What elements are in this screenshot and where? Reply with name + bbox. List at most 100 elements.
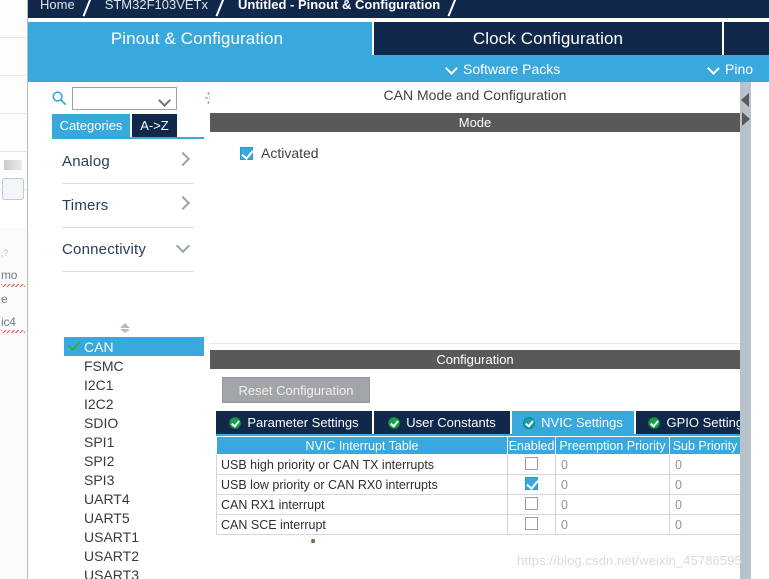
column-header-enabled[interactable]: Enabled <box>507 436 556 455</box>
scroll-indicator-icon[interactable] <box>118 323 132 333</box>
sidebar-search-row <box>28 82 221 114</box>
activated-label: Activated <box>261 145 319 161</box>
peripheral-label: SPI2 <box>84 452 115 469</box>
tab-pinout-configuration[interactable]: Pinout & Configuration <box>28 22 372 55</box>
sub-priority[interactable]: 0 <box>669 474 741 495</box>
tab-nvic-settings[interactable]: NVIC Settings <box>512 411 634 434</box>
breadcrumb-separator-icon <box>440 0 470 15</box>
category-group-connectivity[interactable]: Connectivity <box>62 228 194 272</box>
peripheral-item-spi3[interactable]: SPI3 <box>52 470 204 489</box>
sub-priority[interactable]: 0 <box>669 494 741 515</box>
column-header-preemption[interactable]: Preemption Priority <box>555 436 670 455</box>
breadcrumb-item-home[interactable]: Home <box>40 0 75 12</box>
search-input[interactable] <box>77 91 155 107</box>
background-window-row <box>0 76 27 114</box>
category-label: Timers <box>62 197 109 214</box>
peripheral-label: SPI3 <box>84 471 115 488</box>
peripheral-label: I2C1 <box>84 376 114 393</box>
tab-clock-configuration[interactable]: Clock Configuration <box>374 22 722 55</box>
sidebar-tab-underline <box>52 137 204 139</box>
column-header-interrupt[interactable]: NVIC Interrupt Table <box>216 436 508 455</box>
interrupt-enabled-cell[interactable] <box>507 474 556 495</box>
configuration-section-body: Reset Configuration Parameter Settings U… <box>210 369 762 579</box>
preemption-priority[interactable]: 0 <box>555 494 670 515</box>
tab-a-to-z[interactable]: A->Z <box>132 114 177 137</box>
expand-right-icon[interactable] <box>742 112 750 126</box>
check-icon <box>68 340 81 353</box>
check-circle-icon <box>229 416 242 429</box>
table-row[interactable]: USB low priority or CAN RX0 interrupts 0… <box>216 474 741 495</box>
enabled-checkbox[interactable] <box>525 476 538 490</box>
tab-parameter-settings[interactable]: Parameter Settings <box>216 411 372 434</box>
peripheral-item-usart1[interactable]: USART1 <box>52 527 204 546</box>
search-combobox[interactable] <box>72 87 177 110</box>
category-group-timers[interactable]: Timers <box>62 184 194 228</box>
chevron-right-icon <box>178 198 188 208</box>
peripheral-item-can[interactable]: CAN <box>64 337 204 356</box>
interrupt-name: CAN RX1 interrupt <box>216 494 508 515</box>
tab-project-manager[interactable] <box>724 22 769 55</box>
peripheral-item-usart3[interactable]: USART3 <box>52 565 204 579</box>
preemption-priority[interactable]: 0 <box>555 474 670 495</box>
breadcrumb-item-current[interactable]: Untitled - Pinout & Configuration <box>238 0 440 12</box>
table-row[interactable]: CAN SCE interrupt 0 0 <box>216 514 741 535</box>
sub-priority[interactable]: 0 <box>669 514 741 535</box>
background-window-text: mo <box>1 268 18 282</box>
background-window-toolbar-icon <box>4 160 22 170</box>
category-list[interactable]: Analog Timers Connectivity CAN FSMC I2C1… <box>52 140 204 579</box>
peripheral-item-spi1[interactable]: SPI1 <box>52 432 204 451</box>
breadcrumb: Home STM32F103VETx Untitled - Pinout & C… <box>28 0 769 18</box>
activated-checkbox-row[interactable]: Activated <box>240 145 319 161</box>
interrupt-name: USB high priority or CAN TX interrupts <box>216 454 508 475</box>
peripheral-list: CAN FSMC I2C1 I2C2 SDIO SPI1 SPI2 SPI3 U… <box>52 337 204 579</box>
preemption-priority[interactable]: 0 <box>555 514 670 535</box>
menu-pinout[interactable]: Pino <box>708 55 753 82</box>
peripheral-label: CAN <box>84 338 114 355</box>
enabled-checkbox[interactable] <box>525 496 538 510</box>
chevron-down-icon <box>178 242 188 252</box>
peripheral-item-sdio[interactable]: SDIO <box>52 413 204 432</box>
panel-divider[interactable] <box>740 82 751 579</box>
interrupt-enabled-cell[interactable] <box>507 454 556 475</box>
menu-pinout-label: Pino <box>725 60 754 77</box>
collapse-left-icon[interactable] <box>741 93 749 107</box>
column-header-sub-priority[interactable]: Sub Priority <box>669 436 741 455</box>
breadcrumb-separator-icon <box>208 0 238 15</box>
tab-user-constants[interactable]: User Constants <box>374 411 510 434</box>
check-circle-icon <box>648 416 661 429</box>
peripheral-item-spi2[interactable]: SPI2 <box>52 451 204 470</box>
triangle-down-icon <box>120 329 130 333</box>
background-window-text: ,? <box>1 248 9 258</box>
tab-categories[interactable]: Categories <box>52 114 130 137</box>
peripheral-label: I2C2 <box>84 395 114 412</box>
peripheral-item-i2c2[interactable]: I2C2 <box>52 394 204 413</box>
peripheral-label: SDIO <box>84 414 119 431</box>
menu-software-packs[interactable]: Software Packs <box>446 55 560 82</box>
chevron-down-icon <box>446 63 457 74</box>
background-window[interactable]: ,? mo e ic4 <box>0 0 28 579</box>
peripheral-item-usart2[interactable]: USART2 <box>52 546 204 565</box>
peripheral-item-uart4[interactable]: UART4 <box>52 489 204 508</box>
search-icon <box>52 91 66 105</box>
table-row[interactable]: USB high priority or CAN TX interrupts 0… <box>216 454 741 475</box>
preemption-priority[interactable]: 0 <box>555 454 670 475</box>
background-window-row <box>0 38 27 76</box>
peripheral-item-uart5[interactable]: UART5 <box>52 508 204 527</box>
table-resize-marker <box>311 539 315 543</box>
enabled-checkbox[interactable] <box>525 516 538 530</box>
category-group-analog[interactable]: Analog <box>62 140 194 184</box>
breadcrumb-item-device[interactable]: STM32F103VETx <box>105 0 208 12</box>
interrupt-enabled-cell[interactable] <box>507 494 556 515</box>
reset-configuration-button[interactable]: Reset Configuration <box>222 377 370 403</box>
peripheral-item-i2c1[interactable]: I2C1 <box>52 375 204 394</box>
background-window-text: ic4 <box>1 315 16 329</box>
check-circle-icon <box>523 416 536 429</box>
cubemx-window: Home STM32F103VETx Untitled - Pinout & C… <box>28 0 769 579</box>
peripheral-item-fsmc[interactable]: FSMC <box>52 356 204 375</box>
table-row[interactable]: CAN RX1 interrupt 0 0 <box>216 494 741 515</box>
interrupt-enabled-cell[interactable] <box>507 514 556 535</box>
sub-priority[interactable]: 0 <box>669 454 741 475</box>
activated-checkbox[interactable] <box>240 146 253 160</box>
chevron-down-icon[interactable] <box>160 96 169 105</box>
enabled-checkbox[interactable] <box>525 456 538 470</box>
